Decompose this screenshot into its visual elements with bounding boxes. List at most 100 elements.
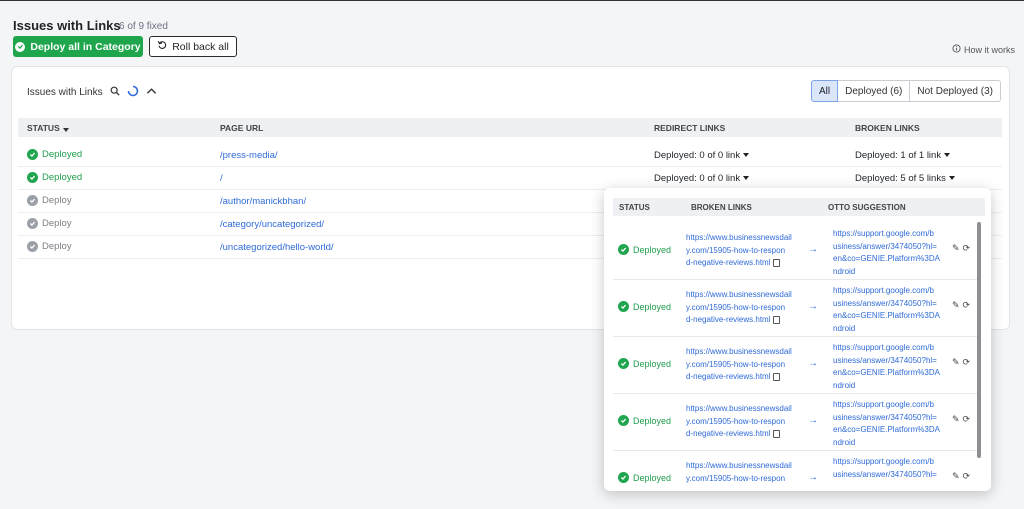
page-url-link[interactable]: /category/uncategorized/	[220, 219, 324, 230]
status-deploy-button[interactable]: Deploy	[27, 241, 72, 252]
check-circle-icon	[618, 244, 629, 255]
redirect-links-dropdown[interactable]: Deployed: 0 of 0 link	[654, 150, 750, 161]
undo-icon	[157, 40, 167, 53]
page-title: Issues with Links	[13, 18, 121, 33]
popover-col-suggestion: OTTO SUGGESTION	[828, 203, 906, 212]
popover-scrollbar[interactable]	[977, 222, 981, 458]
status-deploy-button[interactable]: Deploy	[27, 218, 72, 229]
edit-pencil-icon[interactable]: ✎	[952, 243, 960, 254]
chevron-up-icon[interactable]	[146, 87, 157, 98]
edit-pencil-icon[interactable]: ✎	[952, 414, 960, 425]
table-row: Deployed /press-media/ Deployed: 0 of 0 …	[18, 144, 1002, 167]
popover-row: Deployed https://www.businessnewsdail y.c…	[613, 280, 981, 337]
caret-down-icon	[743, 176, 750, 181]
broken-link-url[interactable]: https://www.businessnewsdail y.com/15905-…	[686, 460, 804, 485]
arrow-right-icon: →	[808, 415, 818, 426]
check-circle-icon	[27, 218, 38, 229]
broken-link-url[interactable]: https://www.businessnewsdail y.com/15905-…	[686, 289, 804, 327]
row-actions: ✎ ⟳	[952, 357, 970, 368]
status-deploy-button[interactable]: Deploy	[27, 195, 72, 206]
fixed-count: 6 of 9 fixed	[119, 21, 168, 32]
copy-icon[interactable]	[773, 429, 781, 438]
card-header: Issues with Links	[27, 85, 157, 100]
check-circle-icon	[27, 149, 38, 160]
col-broken-header: BROKEN LINKS	[855, 123, 920, 133]
popover-row: Deployed https://www.businessnewsdail y.c…	[613, 394, 981, 451]
how-it-works-link[interactable]: How it works	[952, 44, 1015, 55]
arrow-right-icon: →	[808, 244, 818, 255]
caret-down-icon	[743, 153, 750, 158]
copy-icon[interactable]	[773, 372, 781, 381]
edit-pencil-icon[interactable]: ✎	[952, 300, 960, 311]
page-url-link[interactable]: /	[220, 173, 223, 184]
status-filter-group: All Deployed (6) Not Deployed (3)	[811, 80, 1001, 102]
page-url-link[interactable]: /uncategorized/hello-world/	[220, 242, 334, 253]
how-it-works-label: How it works	[964, 44, 1016, 55]
broken-links-dropdown[interactable]: Deployed: 5 of 5 links	[855, 173, 955, 184]
caret-down-icon	[948, 176, 955, 181]
page-url-link[interactable]: /author/manickbhan/	[220, 196, 306, 207]
broken-link-url[interactable]: https://www.businessnewsdail y.com/15905-…	[686, 403, 804, 441]
row-actions: ✎ ⟳	[952, 471, 970, 482]
edit-pencil-icon[interactable]: ✎	[952, 471, 960, 482]
otto-suggestion-url[interactable]: https://support.google.com/b usiness/answ…	[833, 228, 945, 278]
window-top-border	[0, 0, 1024, 1]
info-icon	[952, 44, 961, 55]
check-circle-icon	[27, 241, 38, 252]
status-deployed: Deployed	[618, 301, 671, 312]
redirect-links-dropdown[interactable]: Deployed: 0 of 0 link	[654, 173, 750, 184]
search-icon[interactable]	[110, 86, 120, 99]
col-status-header[interactable]: STATUS	[27, 123, 69, 133]
card-title: Issues with Links	[27, 87, 103, 98]
status-deployed: Deployed	[618, 415, 671, 426]
popover-col-status: STATUS	[619, 203, 650, 212]
popover-row: Deployed https://www.businessnewsdail y.c…	[613, 223, 981, 280]
broken-links-dropdown[interactable]: Deployed: 1 of 1 link	[855, 150, 951, 161]
arrow-right-icon: →	[808, 358, 818, 369]
filter-all[interactable]: All	[811, 80, 839, 102]
copy-icon[interactable]	[773, 315, 781, 324]
check-circle-icon	[618, 301, 629, 312]
otto-suggestion-url[interactable]: https://support.google.com/b usiness/answ…	[833, 285, 945, 335]
check-circle-icon	[27, 172, 38, 183]
check-circle-icon	[15, 41, 26, 52]
deploy-all-label: Deploy all in Category	[30, 40, 141, 53]
edit-pencil-icon[interactable]: ✎	[952, 357, 960, 368]
row-actions: ✎ ⟳	[952, 414, 970, 425]
table-row: Deployed / Deployed: 0 of 0 link Deploye…	[18, 167, 1002, 190]
otto-suggestion-url[interactable]: https://support.google.com/b usiness/answ…	[833, 399, 945, 449]
popover-header: STATUS BROKEN LINKS OTTO SUGGESTION	[613, 198, 985, 216]
row-actions: ✎ ⟳	[952, 243, 970, 254]
refresh-icon[interactable]: ⟳	[963, 357, 971, 368]
page-url-link[interactable]: /press-media/	[220, 150, 278, 161]
rollback-all-button[interactable]: Roll back all	[149, 36, 237, 57]
arrow-right-icon: →	[808, 301, 818, 312]
deploy-all-button[interactable]: Deploy all in Category	[13, 36, 143, 57]
col-page-url-header: PAGE URL	[220, 123, 264, 133]
check-circle-icon	[618, 358, 629, 369]
refresh-icon[interactable]: ⟳	[963, 414, 971, 425]
refresh-icon[interactable]: ⟳	[963, 471, 971, 482]
filter-deployed[interactable]: Deployed (6)	[837, 80, 911, 102]
broken-link-url[interactable]: https://www.businessnewsdail y.com/15905-…	[686, 346, 804, 384]
broken-links-popover: STATUS BROKEN LINKS OTTO SUGGESTION Depl…	[604, 188, 991, 491]
refresh-icon[interactable]: ⟳	[963, 243, 971, 254]
refresh-icon[interactable]: ⟳	[963, 300, 971, 311]
caret-down-icon	[944, 153, 951, 158]
popover-row: Deployed https://www.businessnewsdail y.c…	[613, 451, 981, 491]
status-deployed: Deployed	[618, 244, 671, 255]
otto-suggestion-url[interactable]: https://support.google.com/b usiness/answ…	[833, 456, 945, 481]
arrow-right-icon: →	[808, 472, 818, 483]
row-actions: ✎ ⟳	[952, 300, 970, 311]
status-deployed: Deployed	[27, 149, 82, 160]
broken-link-url[interactable]: https://www.businessnewsdail y.com/15905-…	[686, 232, 804, 270]
check-circle-icon	[618, 415, 629, 426]
rollback-all-label: Roll back all	[172, 40, 229, 53]
sort-caret-icon	[62, 128, 69, 132]
copy-icon[interactable]	[773, 258, 781, 267]
otto-suggestion-url[interactable]: https://support.google.com/b usiness/answ…	[833, 342, 945, 392]
filter-not-deployed[interactable]: Not Deployed (3)	[909, 80, 1001, 102]
col-redirect-header: REDIRECT LINKS	[654, 123, 726, 133]
table-header: STATUS PAGE URL REDIRECT LINKS BROKEN LI…	[18, 118, 1002, 137]
status-deployed: Deployed	[618, 358, 671, 369]
